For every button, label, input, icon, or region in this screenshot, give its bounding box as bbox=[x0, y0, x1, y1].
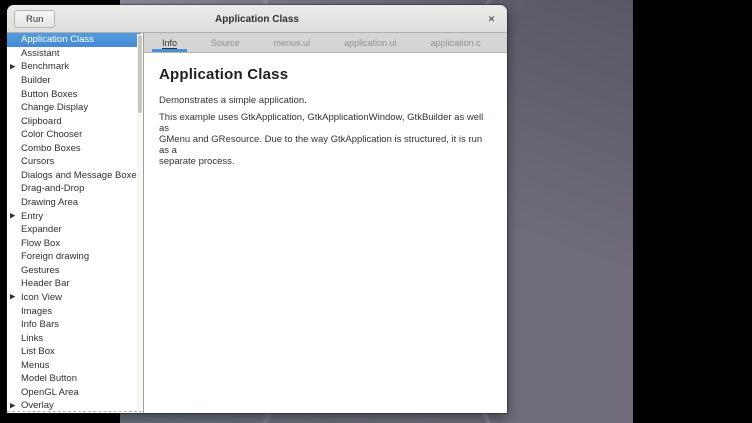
run-button[interactable]: Run bbox=[14, 10, 55, 28]
window-title: Application Class bbox=[7, 5, 507, 33]
sidebar-item-label: OpenGL Area bbox=[21, 387, 79, 398]
sidebar-item[interactable]: ▶ Icon View bbox=[7, 291, 137, 305]
tab-label: application.c bbox=[431, 38, 481, 48]
expander-icon[interactable]: ▶ bbox=[10, 63, 15, 71]
sidebar-item[interactable]: ▶ Links bbox=[7, 331, 137, 345]
sidebar-item[interactable]: ▶ Clipboard bbox=[7, 114, 137, 128]
tab-bar: Info Source menus.ui application.ui appl… bbox=[144, 33, 507, 53]
sidebar-item-label: Cursors bbox=[21, 156, 54, 167]
sidebar-item[interactable]: ▶ Assistant bbox=[7, 47, 137, 61]
sidebar-item-label: Gestures bbox=[21, 265, 60, 276]
tab[interactable]: application.ui bbox=[327, 33, 414, 52]
sidebar-item-label: Drag-and-Drop bbox=[21, 183, 84, 194]
sidebar-item[interactable]: ▶ Menus bbox=[7, 359, 137, 373]
sidebar-item[interactable]: ▶ Flow Box bbox=[7, 236, 137, 250]
description-line: GMenu and GResource. Due to the way GtkA… bbox=[159, 134, 489, 156]
sidebar-item[interactable]: ▶ Combo Boxes bbox=[7, 142, 137, 156]
sidebar-item[interactable]: ▶ Gestures bbox=[7, 264, 137, 278]
demo-list: ▶ Application Class ▶ Assistant ▶ Benchm… bbox=[7, 33, 137, 413]
sidebar-item-label: Color Chooser bbox=[21, 129, 82, 140]
sidebar-item[interactable]: ▶ Drag-and-Drop bbox=[7, 182, 137, 196]
tab[interactable]: Info bbox=[145, 33, 194, 52]
sidebar-item[interactable]: ▶ Model Button bbox=[7, 372, 137, 386]
sidebar-item-label: Foreign drawing bbox=[21, 251, 89, 262]
sidebar-item[interactable]: ▶ Color Chooser bbox=[7, 128, 137, 142]
sidebar-item-label: Drawing Area bbox=[21, 197, 78, 208]
sidebar-scrollbar-thumb[interactable] bbox=[138, 35, 142, 113]
sidebar-item-label: Flow Box bbox=[21, 238, 60, 249]
gtk-demo-window: Run Application Class ✕ ▶ Application Cl… bbox=[7, 5, 507, 413]
sidebar-item[interactable]: ▶ Change Display bbox=[7, 101, 137, 115]
sidebar-item[interactable]: ▶ Button Boxes bbox=[7, 87, 137, 101]
tab[interactable]: application.c bbox=[414, 33, 498, 52]
sidebar-item[interactable]: ▶ Header Bar bbox=[7, 277, 137, 291]
sidebar-item[interactable]: ▶ Builder bbox=[7, 74, 137, 88]
sidebar-item[interactable]: ▶ Foreign drawing bbox=[7, 250, 137, 264]
description-line: separate process. bbox=[159, 156, 489, 167]
sidebar-scrollbar[interactable] bbox=[137, 34, 142, 412]
headerbar[interactable]: Run Application Class ✕ bbox=[7, 5, 507, 33]
sidebar-item-label: Benchmark bbox=[21, 61, 69, 72]
tab-label: Source bbox=[211, 38, 240, 48]
tab-label: Info bbox=[162, 38, 177, 48]
sidebar-item-label: Assistant bbox=[21, 48, 60, 59]
sidebar-item[interactable]: ▶ Entry bbox=[7, 209, 137, 223]
sidebar-item-label: Images bbox=[21, 306, 52, 317]
description-line: This example uses GtkApplication, GtkApp… bbox=[159, 112, 489, 134]
sidebar-item[interactable]: ▶ List Box bbox=[7, 345, 137, 359]
sidebar-item-label: Clipboard bbox=[21, 116, 62, 127]
sidebar-item-label: Header Bar bbox=[21, 278, 70, 289]
sidebar-item-label: Combo Boxes bbox=[21, 143, 81, 154]
active-tab-indicator bbox=[152, 49, 187, 52]
sidebar-item-label: Overlay bbox=[21, 400, 54, 411]
intro-text: Demonstrates a simple application. bbox=[159, 95, 489, 107]
sidebar-item-label: Menus bbox=[21, 360, 50, 371]
notebook: Info Source menus.ui application.ui appl… bbox=[144, 33, 507, 413]
sidebar-item-label: Links bbox=[21, 333, 43, 344]
description-text: This example uses GtkApplication, GtkApp… bbox=[159, 112, 489, 167]
sidebar-item-label: Entry bbox=[21, 211, 43, 222]
sidebar-item-label: Icon View bbox=[21, 292, 62, 303]
sidebar-item[interactable]: ▶ Benchmark bbox=[7, 60, 137, 74]
sidebar-item[interactable]: ▶ Cursors bbox=[7, 155, 137, 169]
tab[interactable]: menus.ui bbox=[257, 33, 328, 52]
sidebar-item-label: List Box bbox=[21, 346, 55, 357]
tab[interactable]: Source bbox=[194, 33, 257, 52]
expander-icon[interactable]: ▶ bbox=[10, 402, 15, 410]
sidebar-item-label: Change Display bbox=[21, 102, 88, 113]
sidebar-item[interactable]: ▶ Dialogs and Message Boxes bbox=[7, 169, 137, 183]
sidebar-item-label: Builder bbox=[21, 75, 51, 86]
sidebar-item[interactable]: ▶ Info Bars bbox=[7, 318, 137, 332]
sidebar-item[interactable]: ▶ Drawing Area bbox=[7, 196, 137, 210]
tab-label: menus.ui bbox=[274, 38, 311, 48]
tab-label: application.ui bbox=[344, 38, 397, 48]
sidebar-item-label: Expander bbox=[21, 224, 62, 235]
sidebar-item-label: Info Bars bbox=[21, 319, 59, 330]
info-page: Application Class Demonstrates a simple … bbox=[144, 53, 507, 413]
close-icon[interactable]: ✕ bbox=[484, 12, 499, 27]
page-title: Application Class bbox=[159, 66, 489, 83]
expander-icon[interactable]: ▶ bbox=[10, 212, 15, 220]
sidebar-item[interactable]: ▶ Images bbox=[7, 304, 137, 318]
sidebar-item[interactable]: ▶ OpenGL Area bbox=[7, 386, 137, 400]
list-undershoot-indicator bbox=[7, 411, 142, 412]
demo-list-sidebar: ▶ Application Class ▶ Assistant ▶ Benchm… bbox=[7, 33, 144, 413]
sidebar-item-label: Button Boxes bbox=[21, 89, 78, 100]
sidebar-item-label: Application Class bbox=[21, 34, 94, 45]
expander-icon[interactable]: ▶ bbox=[10, 293, 15, 301]
sidebar-item[interactable]: ▶ Application Class bbox=[7, 33, 141, 47]
sidebar-item-label: Model Button bbox=[21, 373, 77, 384]
sidebar-item[interactable]: ▶ Expander bbox=[7, 223, 137, 237]
sidebar-item-label: Dialogs and Message Boxes bbox=[21, 170, 141, 181]
